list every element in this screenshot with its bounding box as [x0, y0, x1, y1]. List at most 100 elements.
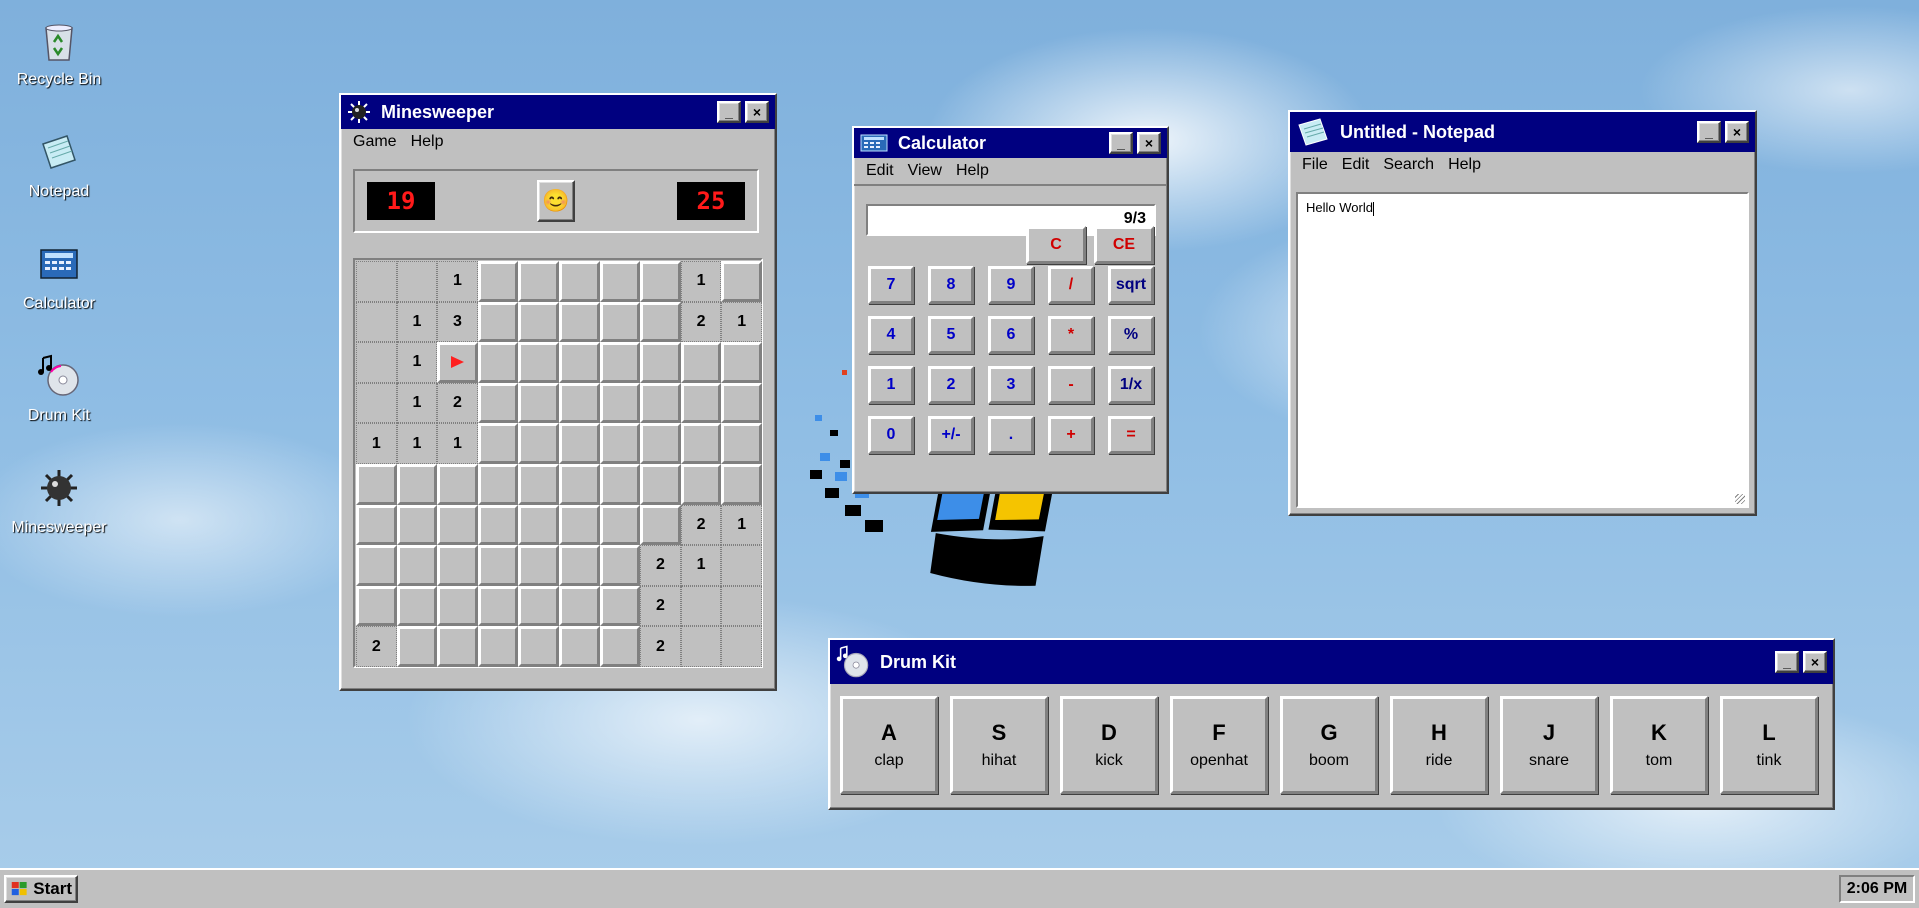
calc-key-button[interactable]: 0	[868, 416, 914, 454]
mine-cell-revealed[interactable]: 2	[640, 585, 681, 627]
mine-cell-hidden[interactable]	[477, 382, 519, 424]
mine-cell-hidden[interactable]	[721, 342, 762, 383]
mine-cell-revealed[interactable]: 1	[396, 301, 438, 343]
mine-cell-hidden[interactable]	[599, 626, 641, 667]
mine-cell-revealed[interactable]	[356, 342, 397, 383]
mine-cell-revealed[interactable]	[356, 261, 397, 302]
desktop-icon-recycle-bin[interactable]: Recycle Bin	[0, 18, 118, 89]
mine-cell-revealed[interactable]	[356, 382, 397, 424]
mine-cell-hidden[interactable]	[558, 504, 600, 546]
mine-cell-hidden[interactable]	[356, 504, 397, 546]
mine-cell-hidden[interactable]	[558, 585, 600, 627]
notepad-titlebar[interactable]: Untitled - Notepad _ ×	[1290, 112, 1755, 152]
menu-search[interactable]: Search	[1383, 156, 1434, 174]
calc-key-button[interactable]: 1/x	[1108, 366, 1154, 404]
minimize-button[interactable]: _	[1775, 651, 1799, 673]
mine-cell-hidden[interactable]	[518, 342, 559, 383]
mine-cell-hidden[interactable]	[680, 463, 722, 505]
mine-cell-hidden[interactable]	[477, 626, 519, 667]
mine-cell-hidden[interactable]	[437, 463, 478, 505]
drum-pad-clap[interactable]: Aclap	[840, 696, 938, 794]
mine-cell-hidden[interactable]	[640, 504, 681, 546]
calc-key-button[interactable]: 6	[988, 316, 1034, 354]
calc-key-button[interactable]: 1	[868, 366, 914, 404]
mine-cell-hidden[interactable]	[396, 585, 438, 627]
calc-key-button[interactable]: 2	[928, 366, 974, 404]
mine-cell-hidden[interactable]	[640, 301, 681, 343]
calc-key-button[interactable]: sqrt	[1108, 266, 1154, 304]
mine-cell-hidden[interactable]	[599, 261, 641, 302]
mine-cell-hidden[interactable]	[558, 463, 600, 505]
mine-cell-revealed[interactable]: 2	[680, 301, 722, 343]
mine-cell-hidden[interactable]	[356, 585, 397, 627]
mine-cell-hidden[interactable]	[558, 382, 600, 424]
clear-entry-button[interactable]: CE	[1094, 226, 1154, 264]
calc-key-button[interactable]: 9	[988, 266, 1034, 304]
mine-cell-hidden[interactable]	[599, 545, 641, 586]
mine-cell-revealed[interactable]: 1	[396, 382, 438, 424]
close-button[interactable]: ×	[1137, 132, 1161, 154]
drum-pad-ride[interactable]: Hride	[1390, 696, 1488, 794]
mine-cell-hidden[interactable]	[721, 382, 762, 424]
mine-cell-hidden[interactable]	[518, 382, 559, 424]
minimize-button[interactable]: _	[1697, 121, 1721, 143]
mine-cell-hidden[interactable]	[599, 504, 641, 546]
mine-cell-revealed[interactable]	[356, 301, 397, 343]
calc-key-button[interactable]: *	[1048, 316, 1094, 354]
desktop-icon-drum-kit[interactable]: Drum Kit	[0, 354, 118, 425]
mine-cell-hidden[interactable]	[518, 504, 559, 546]
mine-cell-revealed[interactable]: 2	[437, 382, 478, 424]
drum-pad-snare[interactable]: Jsnare	[1500, 696, 1598, 794]
mine-cell-hidden[interactable]	[477, 261, 519, 302]
mine-cell-hidden[interactable]	[599, 342, 641, 383]
mine-cell-revealed[interactable]	[396, 261, 438, 302]
calc-key-button[interactable]: 4	[868, 316, 914, 354]
drum-pad-boom[interactable]: Gboom	[1280, 696, 1378, 794]
calc-key-button[interactable]: 3	[988, 366, 1034, 404]
menu-file[interactable]: File	[1302, 156, 1328, 174]
mine-cell-revealed[interactable]	[721, 585, 762, 627]
mine-cell-hidden[interactable]	[396, 504, 438, 546]
menu-help[interactable]: Help	[956, 162, 989, 180]
mine-cell-hidden[interactable]	[477, 301, 519, 343]
mine-cell-revealed[interactable]: 1	[396, 342, 438, 383]
resize-grip[interactable]	[1735, 494, 1745, 504]
mine-cell-revealed[interactable]: 1	[721, 504, 762, 546]
mine-cell-hidden[interactable]	[640, 423, 681, 464]
mine-cell-hidden[interactable]	[721, 423, 762, 464]
menu-game[interactable]: Game	[353, 133, 397, 151]
close-button[interactable]: ×	[745, 101, 769, 123]
mine-cell-hidden[interactable]	[477, 504, 519, 546]
calculator-titlebar[interactable]: Calculator _ ×	[854, 128, 1167, 158]
close-button[interactable]: ×	[1803, 651, 1827, 673]
mine-cell-hidden[interactable]	[640, 463, 681, 505]
mine-cell-revealed[interactable]: 1	[721, 301, 762, 343]
drum-pad-tink[interactable]: Ltink	[1720, 696, 1818, 794]
mine-cell-hidden[interactable]	[396, 626, 438, 667]
mine-cell-hidden[interactable]	[680, 342, 722, 383]
mine-cell-hidden[interactable]	[680, 423, 722, 464]
mine-cell-hidden[interactable]	[721, 463, 762, 505]
calc-key-button[interactable]: %	[1108, 316, 1154, 354]
mine-cell-revealed[interactable]: 2	[680, 504, 722, 546]
notepad-text-area[interactable]: Hello World	[1296, 192, 1749, 508]
mine-cell-hidden[interactable]	[518, 463, 559, 505]
drum-pad-hihat[interactable]: Shihat	[950, 696, 1048, 794]
mine-cell-revealed[interactable]: 1	[680, 545, 722, 586]
close-button[interactable]: ×	[1725, 121, 1749, 143]
mine-cell-hidden[interactable]	[518, 423, 559, 464]
mine-cell-hidden[interactable]	[558, 545, 600, 586]
mine-cell-hidden[interactable]	[721, 261, 762, 302]
mine-cell-hidden[interactable]	[558, 626, 600, 667]
mine-cell-revealed[interactable]: 1	[680, 261, 722, 302]
mine-cell-hidden[interactable]	[599, 423, 641, 464]
mine-cell-hidden[interactable]	[356, 545, 397, 586]
minimize-button[interactable]: _	[1109, 132, 1133, 154]
minesweeper-titlebar[interactable]: Minesweeper _ ×	[341, 95, 775, 129]
calc-key-button[interactable]: -	[1048, 366, 1094, 404]
calc-key-button[interactable]: +	[1048, 416, 1094, 454]
mine-cell-hidden[interactable]	[640, 382, 681, 424]
mine-cell-hidden[interactable]	[437, 626, 478, 667]
mine-cell-hidden[interactable]	[599, 382, 641, 424]
mine-cell-hidden[interactable]	[518, 626, 559, 667]
